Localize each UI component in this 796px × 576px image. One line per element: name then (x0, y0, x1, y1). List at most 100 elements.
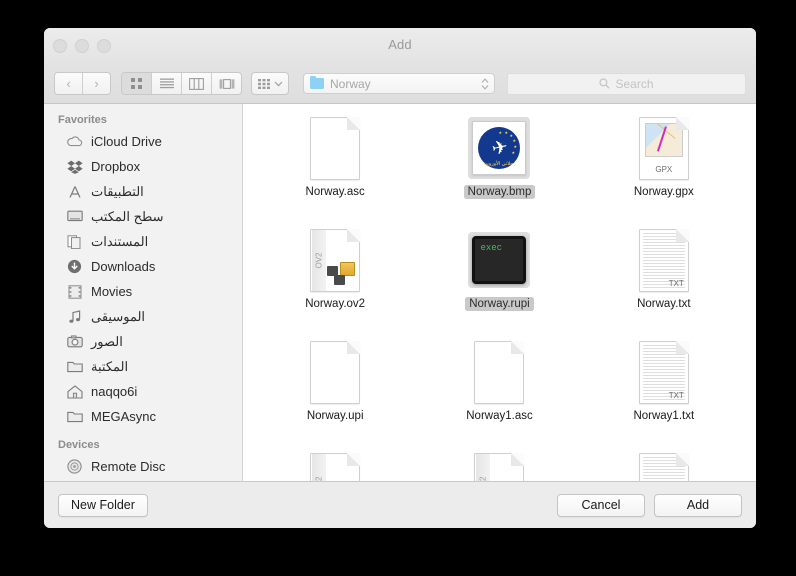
sidebar-item-label: MEGAsync (91, 409, 157, 424)
file-item[interactable]: OV2 Norway.ov2 (253, 228, 417, 326)
folder-icon (66, 359, 83, 374)
sidebar-item-applications[interactable]: التطبيقات (44, 179, 242, 204)
sidebar-item-movies[interactable]: Movies (44, 279, 242, 304)
file-item[interactable]: ★ ★ ★ ★ ★ ★ ✈ رحلاتي الأوروبية Norway.bm… (417, 116, 581, 214)
list-view-button[interactable] (152, 73, 182, 94)
back-button[interactable]: ‹ (55, 73, 83, 94)
sidebar-item-remote-disc[interactable]: Remote Disc (44, 454, 242, 479)
sidebar-item-label: الموسيقى (91, 308, 146, 324)
view-mode-segmented-control (121, 72, 242, 95)
sidebar-item-pictures[interactable]: الصور (44, 329, 242, 354)
add-file-dialog: Add ‹ › Norway Search Favorites iCloud D… (44, 28, 756, 528)
pictures-icon (66, 334, 83, 349)
file-badge: TXT (668, 390, 684, 400)
file-name: Norway.upi (306, 410, 364, 422)
path-popup-button[interactable]: Norway (303, 73, 495, 94)
file-item[interactable]: TXT Norway.txt (582, 228, 746, 326)
sidebar-item-label: المكتبة (91, 358, 129, 374)
executable-terminal-icon: exec (467, 228, 531, 292)
text-document-icon (632, 452, 696, 481)
column-view-button[interactable] (182, 73, 212, 94)
window-title: Add (388, 37, 412, 52)
documents-icon (66, 234, 83, 249)
blank-document-icon (303, 340, 367, 404)
sidebar-item-label: التطبيقات (91, 183, 144, 199)
file-item[interactable]: Norway.asc (253, 116, 417, 214)
applications-icon (66, 184, 83, 199)
file-grid: Norway.asc ★ ★ ★ ★ ★ ★ ✈ رحلاتي الأوروبي… (243, 104, 756, 481)
grid-icon (131, 78, 142, 89)
dialog-footer: New Folder Cancel Add (44, 481, 756, 528)
arrange-menu-button[interactable] (251, 72, 289, 95)
file-item[interactable]: OV2 (417, 452, 581, 481)
file-item[interactable] (582, 452, 746, 481)
chevron-left-icon: ‹ (66, 76, 71, 91)
sidebar-item-library[interactable]: المكتبة (44, 354, 242, 379)
toolbar: ‹ › Norway Search (44, 64, 756, 104)
coverflow-view-button[interactable] (212, 73, 241, 94)
forward-button[interactable]: › (83, 73, 110, 94)
sidebar-item-icloud-drive[interactable]: iCloud Drive (44, 129, 242, 154)
current-folder-label: Norway (330, 76, 371, 91)
sidebar-item-label: الصور (91, 333, 123, 349)
file-list[interactable]: Norway.asc ★ ★ ★ ★ ★ ★ ✈ رحلاتي الأوروبي… (243, 104, 756, 481)
sidebar-item-dropbox[interactable]: Dropbox (44, 154, 242, 179)
terminal-exec-text: exec (480, 243, 503, 253)
sidebar-item-documents[interactable]: المستندات (44, 229, 242, 254)
home-icon (66, 384, 83, 399)
text-document-icon: TXT (632, 340, 696, 404)
sidebar: Favorites iCloud Drive Dropbox التطبيقات (44, 104, 243, 481)
file-item[interactable]: Norway1.asc (417, 340, 581, 438)
sidebar-item-music[interactable]: الموسيقى (44, 304, 242, 329)
add-button[interactable]: Add (654, 493, 742, 517)
folder-icon (66, 409, 83, 424)
file-badge: OV2 (479, 476, 488, 481)
sidebar-item-downloads[interactable]: Downloads (44, 254, 242, 279)
folder-icon (310, 75, 324, 89)
sidebar-item-megasync[interactable]: MEGAsync (44, 404, 242, 429)
sidebar-item-label: Dropbox (91, 159, 141, 174)
icon-view-button[interactable] (122, 73, 152, 94)
arrange-icon (258, 78, 270, 89)
ov2-document-icon: OV2 (303, 228, 367, 292)
file-name: Norway.txt (637, 298, 691, 310)
chevron-updown-icon (481, 77, 489, 90)
bmp-preview-icon: ★ ★ ★ ★ ★ ★ ✈ رحلاتي الأوروبية (467, 116, 531, 180)
file-item[interactable]: OV2 (253, 452, 417, 481)
file-name: Norway.bmp (463, 185, 536, 199)
ov2-document-icon: OV2 (303, 452, 367, 481)
file-item[interactable]: GPX Norway.gpx (582, 116, 746, 214)
sidebar-item-home[interactable]: naqqo6i (44, 379, 242, 404)
search-placeholder: Search (615, 76, 654, 91)
downloads-icon (66, 259, 83, 274)
columns-icon (189, 77, 204, 90)
chevron-down-icon (274, 81, 283, 86)
file-item[interactable]: Norway.upi (253, 340, 417, 438)
ov2-document-icon: OV2 (467, 452, 531, 481)
file-item[interactable]: exec Norway.rupi (417, 228, 581, 326)
file-badge: OV2 (315, 476, 324, 481)
sidebar-item-label: المستندات (91, 233, 149, 249)
stepper-icon (481, 77, 489, 90)
sidebar-item-label: سطح المكتب (91, 208, 164, 224)
bmp-preview-text: رحلاتي الأوروبية (483, 161, 516, 167)
search-icon (599, 78, 610, 89)
file-name: Norway.ov2 (305, 298, 366, 310)
blank-document-icon (467, 340, 531, 404)
sidebar-section-favorites-header: Favorites (58, 114, 107, 126)
coverflow-icon (219, 78, 234, 89)
airplane-icon: ✈ (489, 136, 510, 160)
search-field[interactable]: Search (507, 72, 746, 95)
list-icon (159, 78, 174, 89)
title-bar: Add (44, 28, 756, 64)
sidebar-item-label: Remote Disc (91, 459, 166, 474)
sidebar-item-desktop[interactable]: سطح المكتب (44, 204, 242, 229)
new-folder-button[interactable]: New Folder (58, 493, 148, 517)
sidebar-item-label: naqqo6i (91, 384, 138, 399)
music-icon (66, 309, 83, 324)
navigation-buttons: ‹ › (54, 72, 111, 95)
file-item[interactable]: TXT Norway1.txt (582, 340, 746, 438)
disc-icon (66, 459, 83, 474)
blank-document-icon (303, 116, 367, 180)
cancel-button[interactable]: Cancel (557, 493, 645, 517)
